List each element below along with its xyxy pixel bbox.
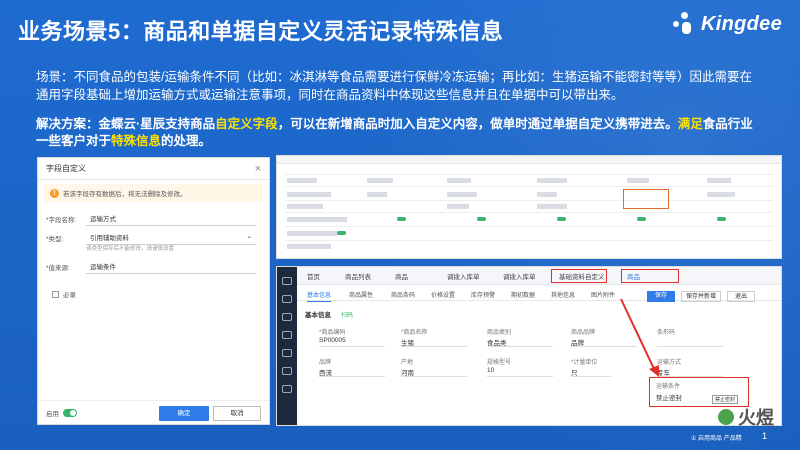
enable-toggle[interactable] [63, 408, 77, 417]
solution-prefix: 解决方案：金蝶云·星辰支持商品 [36, 117, 216, 131]
close-icon[interactable]: × [255, 163, 261, 175]
subtab-other-info[interactable]: 其他信息 [551, 290, 575, 299]
field-source-value: 运输条件 [90, 264, 116, 271]
tab-home[interactable]: 首页 [307, 271, 320, 281]
field-type-row: *类型: 引用辅助资料 ⌄ [46, 230, 256, 245]
solution-suffix: 的处理。 [161, 134, 212, 148]
field-source-row: *值来源: 运输条件 [46, 259, 256, 274]
field-name-label: *字段名称: [46, 216, 77, 224]
watermark-text: 火煜 [738, 408, 774, 428]
document-list-screenshot [276, 155, 782, 259]
scene-description: 场景：不同食品的包装/运输条件不同（比如：冰淇淋等食品需要进行保鲜冷冻运输；再比… [36, 70, 752, 102]
field-name-row: *字段名称: 运输方式 [46, 211, 256, 226]
document-icon[interactable] [282, 331, 292, 339]
subtab-barcode[interactable]: 商品条码 [391, 290, 415, 299]
required-checkbox[interactable]: 必录 [52, 289, 76, 299]
subtab-opening-data[interactable]: 期初数据 [511, 290, 535, 299]
tab-transfer-in-1[interactable]: 调拨入库单 [447, 271, 480, 281]
field-label-code: *商品编码 [319, 330, 346, 336]
tab-product-list[interactable]: 商品列表 [345, 271, 371, 281]
save-and-new-button[interactable]: 保存并新增 [681, 291, 721, 302]
wechat-icon [718, 409, 734, 425]
product-edit-screenshot: 首页 商品列表 商品 调拨入库单 调拨入库单 基础资料自定义 商品 基本信息 商… [276, 266, 782, 426]
tab-product[interactable]: 商品 [395, 271, 408, 281]
gear-icon[interactable] [282, 385, 292, 393]
field-type-value: 引用辅助资料 [90, 235, 129, 242]
warning-icon: ! [50, 188, 59, 198]
solution-highlight-custom-field: 自定义字段 [215, 117, 278, 131]
field-type-hint: 该类型保存后不能修改，请谨慎设置 [86, 244, 174, 252]
tab-highlight-box [551, 269, 607, 283]
popup-tooltip: 禁止密封 [712, 395, 739, 404]
logo-text: Kingdee [701, 12, 782, 35]
solution-highlight-satisfy: 满足 [677, 117, 703, 131]
tab-transfer-in-2[interactable]: 调拨入库单 [503, 271, 536, 281]
custom-field-highlight-box [623, 189, 669, 209]
field-label-name: *商品名称 [401, 330, 428, 336]
subtab-attributes[interactable]: 商品属性 [349, 290, 373, 299]
field-name-input[interactable]: 运输方式 [86, 211, 256, 226]
window-tabs: 首页 商品列表 商品 调拨入库单 调拨入库单 基础资料自定义 商品 [297, 267, 781, 285]
subtab-images[interactable]: 图片附件 [591, 290, 615, 299]
dialog-footer: 启用 确定 取消 [38, 400, 269, 424]
transport-condition-popup: 运输条件 禁止密封 禁止密封 [649, 377, 749, 407]
solution-mid: ，可以在新增商品时加入自定义内容，做单时通过单据自定义携带进去。 [277, 117, 678, 131]
field-label-unit: *计量单位 [571, 360, 598, 366]
checkbox-icon [52, 290, 59, 298]
warning-banner: ! 若该字段存有数据后，将无法删除及修改。 [44, 184, 263, 202]
subtab-basic-info[interactable]: 基本信息 [307, 290, 332, 302]
home-icon[interactable] [282, 277, 292, 285]
dialog-title: 字段自定义 [46, 164, 86, 173]
section-title: 基本信息 [305, 312, 331, 319]
field-type-label: *类型: [46, 235, 64, 243]
solution-description: 解决方案：金蝶云·星辰支持商品自定义字段，可以在新增商品时加入自定义内容，做单时… [36, 116, 756, 150]
field-source-label: *值来源: [46, 264, 70, 272]
box-icon[interactable] [282, 367, 292, 375]
popup-value[interactable]: 禁止密封 [656, 392, 682, 402]
scan-link[interactable]: 扫码 [341, 310, 353, 319]
report-icon[interactable] [282, 313, 292, 321]
confirm-button[interactable]: 确定 [159, 406, 209, 421]
arrow-icon [620, 298, 659, 377]
kingdee-logo-icon [671, 12, 697, 36]
chevron-down-icon: ⌄ [246, 233, 252, 240]
field-name-value: 运输方式 [90, 216, 116, 223]
type-hint-text: 该类型保存后不能修改，请谨慎设置 [86, 246, 175, 252]
field-label-spec: 规格型号 [487, 360, 512, 366]
page-number: 1 [762, 431, 768, 441]
subtab-stock-alert[interactable]: 库存预警 [471, 290, 495, 299]
subtab-pricing[interactable]: 价格设置 [431, 290, 455, 299]
field-label-brand: 商品品牌 [571, 330, 596, 336]
cancel-button[interactable]: 取消 [213, 406, 261, 421]
grid-icon[interactable] [282, 349, 292, 357]
field-value-spec[interactable]: 10 [487, 367, 494, 374]
menu-icon[interactable] [282, 295, 292, 303]
tab-highlight-box-2 [621, 269, 679, 283]
field-customize-dialog: 字段自定义 × ! 若该字段存有数据后，将无法删除及修改。 *字段名称: 运输方… [37, 157, 270, 425]
screenshot-toolbar [277, 156, 781, 164]
field-label-origin: 产地 [401, 360, 414, 366]
app-sidebar [277, 267, 297, 425]
kingdee-logo: Kingdee [671, 12, 782, 36]
field-label-category: 商品类别 [487, 330, 512, 336]
exit-button[interactable]: 退出 [727, 291, 755, 302]
footer-note: ① 启用商品 产品精 [691, 436, 742, 442]
solution-highlight-special-info: 特殊信息 [111, 134, 162, 148]
field-source-input[interactable]: 运输条件 [86, 259, 256, 274]
page-title: 业务场景5：商品和单据自定义灵活记录特殊信息 [18, 19, 504, 44]
enable-label: 启用 [46, 410, 59, 418]
field-type-select[interactable]: 引用辅助资料 ⌄ [86, 230, 256, 245]
required-label: 必录 [63, 292, 76, 299]
dialog-header: 字段自定义 × [38, 158, 269, 180]
popup-label: 运输条件 [656, 384, 681, 390]
field-value-code[interactable]: SP00005 [319, 337, 346, 344]
warning-text: 若该字段存有数据后，将无法删除及修改。 [63, 191, 187, 198]
field-label-brand2: 品牌 [319, 360, 332, 366]
watermark: 火煜 [718, 404, 774, 430]
